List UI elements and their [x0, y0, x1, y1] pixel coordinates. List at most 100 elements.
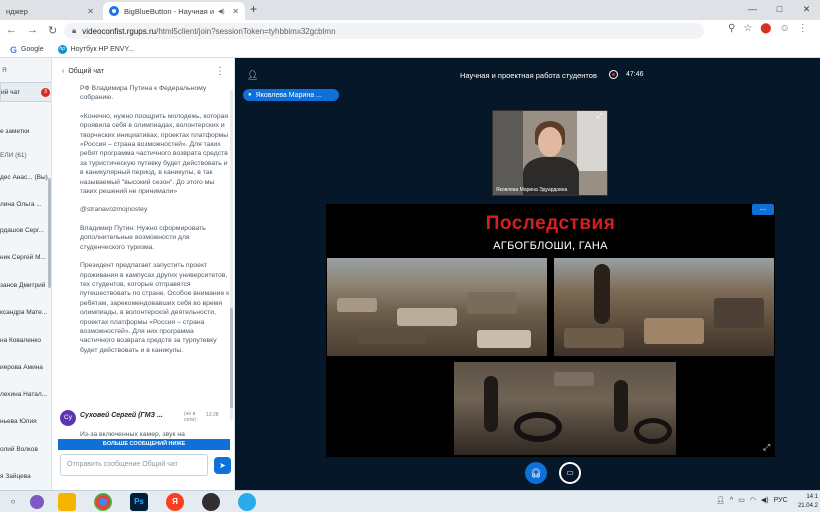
close-icon[interactable]: ✕: [87, 7, 94, 16]
avatar: Су: [60, 410, 76, 426]
search-icon[interactable]: ○: [4, 493, 22, 511]
reload-icon[interactable]: ↻: [48, 24, 57, 37]
bookmark-label: Ноутбук HP ENVY...: [70, 46, 135, 53]
photoshop-icon[interactable]: Ps: [130, 493, 148, 511]
chat-options-icon[interactable]: ⋮: [215, 66, 225, 77]
bookmark-google[interactable]: G Google: [10, 45, 44, 55]
background-shelf: [493, 111, 523, 195]
os-taskbar: ○ Ps Я 👤︎ ^ ▭ ◠ ◀) РУС 14:1 21.04.2: [0, 490, 820, 512]
fullscreen-icon[interactable]: ⤢: [763, 442, 770, 453]
toolbar-icons: ⚲ ☆ ⬤ ☺ ⋮: [728, 23, 808, 34]
browser-tab[interactable]: нджер ✕: [0, 2, 100, 20]
profile-icon[interactable]: ☺: [780, 23, 790, 34]
browser-tab-strip: нджер ✕ BigBlueButton - Научная и ◀) ✕ +…: [0, 0, 820, 20]
user-item[interactable]: ник Сергей М...: [0, 254, 51, 261]
video-button[interactable]: ▭: [559, 462, 581, 484]
debris-shape: [564, 328, 624, 348]
chat-message: Из-за включенных камер, звук на: [80, 431, 185, 438]
webcam-name-label: Яковлева Марина Эдуардовна: [496, 187, 568, 193]
recording-icon[interactable]: [609, 70, 618, 79]
send-button[interactable]: ➤: [214, 457, 231, 474]
debris-shape: [714, 298, 764, 328]
chat-message: @stranavozmojnostey: [80, 206, 148, 214]
user-icon[interactable]: 👤︎: [247, 70, 258, 81]
bookmark-hp[interactable]: hp Ноутбук HP ENVY...: [57, 45, 135, 54]
system-tray: 👤︎ ^ ▭ ◠ ◀) РУС: [716, 496, 788, 505]
more-messages-button[interactable]: БОЛЬШЕ СООБЩЕНИЙ НИЖЕ: [58, 439, 230, 450]
clock-time: 14:1: [806, 494, 818, 500]
telegram-icon[interactable]: [238, 493, 256, 511]
lock-icon[interactable]: 🔒︎: [72, 26, 76, 36]
user-item[interactable]: ньева Юлия: [0, 418, 51, 425]
expand-icon[interactable]: ⤢: [597, 113, 603, 121]
talker-name: Яковлева Марина ...: [255, 91, 322, 99]
browser-tab-active[interactable]: BigBlueButton - Научная и ◀) ✕: [103, 2, 245, 20]
close-icon[interactable]: ✕: [232, 7, 239, 16]
hp-logo-icon: hp: [57, 45, 67, 54]
back-arrow-icon[interactable]: ←: [6, 24, 17, 37]
user-item[interactable]: лехина Натал...: [0, 391, 51, 398]
user-item[interactable]: рдашов Серг...: [0, 227, 51, 234]
tire-shape: [634, 418, 672, 444]
debris-shape: [357, 328, 427, 344]
user-item[interactable]: занов Дмитрий: [0, 282, 51, 289]
tab-label: нджер: [6, 6, 28, 16]
user-item[interactable]: на Коваленко: [0, 337, 51, 344]
chat-panel: ‹ Общий чат ⋮ РФ Владимира Путина к Феде…: [52, 58, 235, 490]
close-window-button[interactable]: ✕: [793, 0, 820, 20]
task-view-icon[interactable]: [30, 495, 44, 509]
speaker-icon[interactable]: ◀): [218, 8, 225, 15]
presentation-menu-button[interactable]: ...: [752, 204, 774, 215]
volume-icon[interactable]: ◀): [761, 496, 769, 504]
meeting-main-area: 👤︎ Научная и проектная работа студентов …: [235, 58, 820, 490]
chat-title[interactable]: Общий чат: [68, 68, 104, 75]
audio-button[interactable]: 🎧︎: [525, 462, 547, 484]
chrome-icon[interactable]: [94, 493, 112, 511]
window-controls: — □ ✕: [739, 0, 820, 20]
file-explorer-icon[interactable]: [58, 493, 76, 511]
search-icon[interactable]: ⚲: [728, 23, 735, 34]
shared-notes-item[interactable]: е заметки: [0, 128, 51, 135]
chat-message: Владимир Путин: Нужно сформировать допол…: [80, 224, 206, 251]
bookmarks-bar: G Google hp Ноутбук HP ENVY...: [0, 42, 820, 58]
user-item[interactable]: я Зайцева: [0, 473, 51, 480]
star-icon[interactable]: ☆: [743, 23, 752, 34]
webcam-video[interactable]: Яковлева Марина Эдуардовна ⤢: [492, 110, 608, 196]
chat-scrollbar-thumb[interactable]: [230, 308, 233, 408]
battery-icon[interactable]: ▭: [738, 496, 745, 504]
public-chat-item[interactable]: ий чат 3: [0, 82, 51, 102]
extension-icon[interactable]: ⬤: [760, 23, 771, 34]
bookmark-label: Google: [21, 46, 44, 53]
chevron-left-icon[interactable]: ‹: [62, 68, 64, 75]
url-path: /html5client/join?sessionToken=tyhbbimx3…: [156, 26, 336, 36]
user-item[interactable]: олий Волков: [0, 446, 51, 453]
obs-icon[interactable]: [202, 493, 220, 511]
forward-arrow-icon[interactable]: →: [27, 24, 38, 37]
unread-badge: 3: [41, 88, 50, 97]
send-arrow-icon: ➤: [219, 461, 226, 470]
presentation-slide: Последствия АГБОГБЛОШИ, ГАНА ...: [326, 204, 775, 457]
new-tab-button[interactable]: +: [250, 2, 257, 16]
minimize-button[interactable]: —: [739, 0, 766, 20]
menu-icon[interactable]: ⋮: [798, 23, 808, 34]
message-time: 13:28: [206, 412, 219, 418]
system-clock[interactable]: 14:1 21.04.2: [786, 493, 818, 511]
user-tray-icon[interactable]: 👤︎: [716, 496, 725, 504]
headphones-icon: 🎧︎: [530, 468, 542, 478]
userlist-scrollbar[interactable]: [48, 178, 51, 288]
user-item[interactable]: дес Анас... (Вы): [0, 174, 51, 181]
user-item[interactable]: лина Ольга ...: [0, 201, 51, 208]
chat-message-input[interactable]: Отправить сообщение Общий чат: [60, 454, 208, 476]
user-item[interactable]: ксандра Мате...: [0, 309, 51, 316]
maximize-button[interactable]: □: [766, 0, 793, 20]
chevron-up-icon[interactable]: ^: [730, 497, 733, 504]
yandex-icon[interactable]: Я: [166, 493, 184, 511]
address-bar[interactable]: 🔒︎ videoconfist.rgups.ru /html5client/jo…: [64, 23, 704, 39]
network-icon[interactable]: ◠: [750, 496, 756, 504]
message-sender-row: Су Суховей Сергей (ГМЗ ... (не в сети) 1…: [58, 410, 233, 430]
debris-shape: [477, 330, 531, 348]
user-item[interactable]: иерова Амина: [0, 364, 51, 371]
chat-message: «Конечно, нужно поощрить молодежь, котор…: [80, 112, 229, 196]
chat-item-label: ий чат: [1, 89, 20, 96]
slide-photo-workers: [554, 258, 774, 356]
